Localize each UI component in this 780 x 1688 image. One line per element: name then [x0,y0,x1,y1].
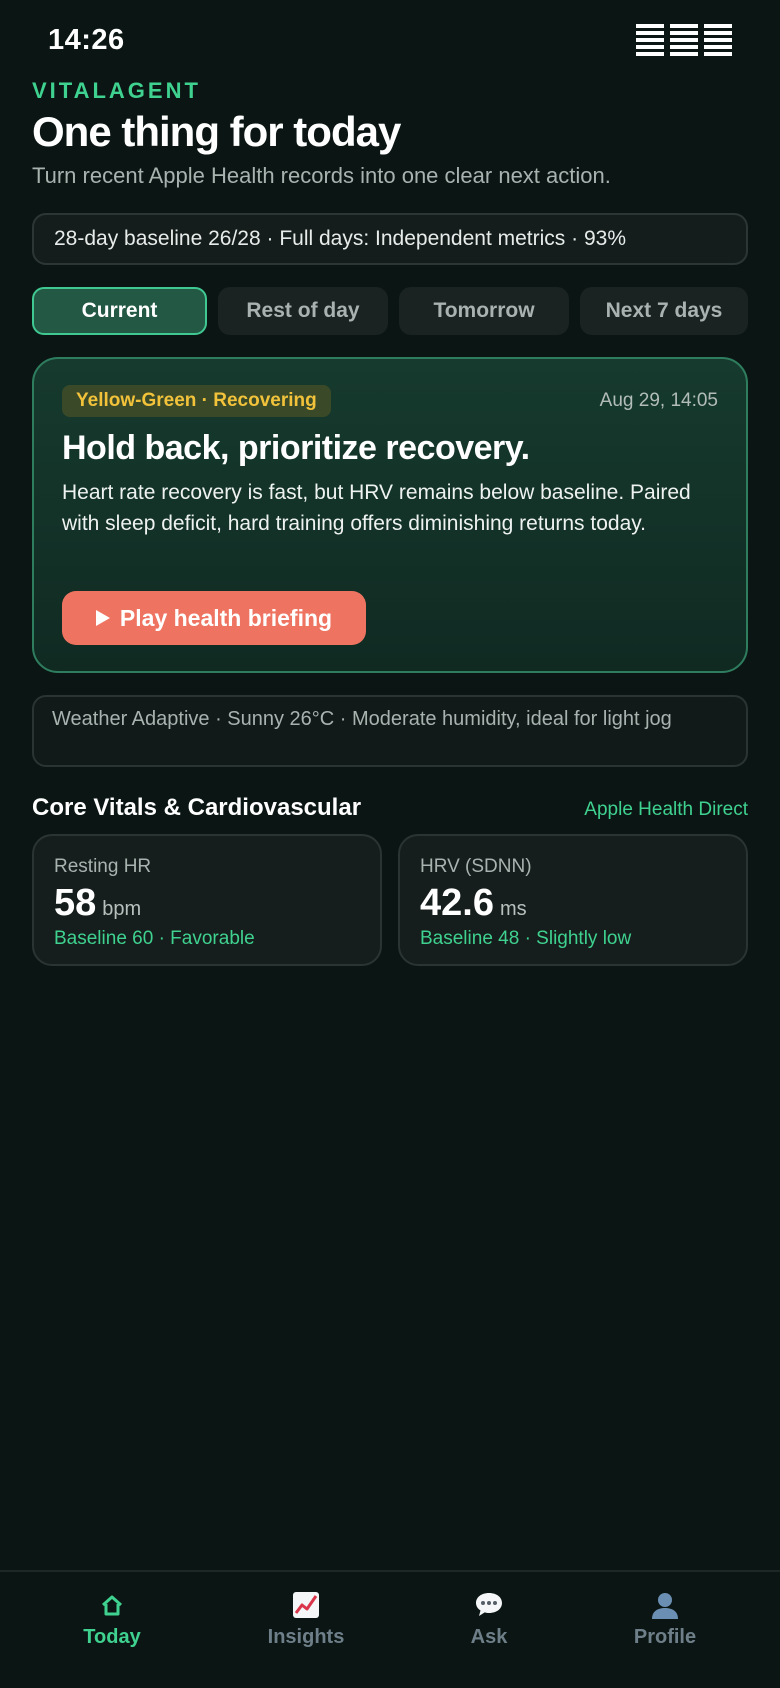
baseline-summary: 28-day baseline 26/28 · Full days: Indep… [32,213,748,265]
play-button-label: Play health briefing [119,604,333,631]
page-title: One thing for today [32,108,401,155]
metric-label: HRV (SDNN) [420,856,532,877]
recommendation-timestamp: Aug 29, 14:05 [599,390,718,411]
page-subtitle: Turn recent Apple Health records into on… [32,163,611,188]
chat-bubble-icon [476,1593,502,1616]
metric-card-hrv[interactable]: HRV (SDNN) 42.6 ms Baseline 48 · Slightl… [398,834,748,966]
status-time: 14:26 [48,24,125,56]
nav-label: Ask [470,1626,508,1648]
nav-item-insights[interactable]: Insights [231,1590,381,1670]
metric-value-row: 58 bpm [54,882,141,925]
tab-next-7-days[interactable]: Next 7 days [580,287,748,335]
play-health-briefing-button[interactable]: Play health briefing [62,591,366,645]
section-title: Core Vitals & Cardiovascular [32,794,362,821]
bottom-nav: Today Insights Ask Profile [0,1570,780,1688]
tab-tomorrow[interactable]: Tomorrow [399,287,569,335]
metric-value: 58 [54,882,97,924]
recovery-status-badge: Yellow-Green · Recovering [62,385,331,417]
metric-unit: bpm [102,898,142,920]
recommendation-body: Heart rate recovery is fast, but HRV rem… [62,481,691,535]
tab-rest-of-day[interactable]: Rest of day [218,287,388,335]
status-bar: 14:26 [0,0,780,86]
person-icon [652,1593,678,1619]
recommendation-card: Yellow-Green · Recovering Aug 29, 14:05 … [32,357,748,673]
nav-label: Insights [267,1626,345,1648]
recommendation-headline: Hold back, prioritize recovery. [62,429,530,467]
home-icon [102,1595,122,1616]
metric-unit: ms [499,898,527,920]
nav-item-today[interactable]: Today [37,1590,187,1670]
chart-icon [293,1592,319,1618]
nav-label: Today [83,1626,141,1648]
weather-note: Weather Adaptive · Sunny 26°C · Moderate… [32,695,748,767]
nav-label: Profile [633,1626,697,1648]
nav-item-ask[interactable]: Ask [414,1590,564,1670]
apple-health-direct-link[interactable]: Apple Health Direct [584,799,748,821]
wifi-icon [670,24,698,56]
metric-card-resting-hr[interactable]: Resting HR 58 bpm Baseline 60 · Favorabl… [32,834,382,966]
metric-baseline-note: Baseline 60 · Favorable [54,928,255,949]
status-icons [636,22,732,58]
play-icon [95,610,110,626]
time-range-tabs: Current Rest of day Tomorrow Next 7 days [32,287,748,335]
metric-value: 42.6 [420,882,494,924]
battery-icon [704,24,732,56]
metric-value-row: 42.6 ms [420,882,527,925]
nav-item-profile[interactable]: Profile [590,1590,740,1670]
brand-name: VITALAGENT [32,78,201,103]
metric-label: Resting HR [54,856,152,877]
today-screen: 14:26 VITALAGENT One thing for today Tur… [0,0,780,1688]
metric-baseline-note: Baseline 48 · Slightly low [420,928,632,949]
tab-current[interactable]: Current [32,287,207,335]
signal-icon [636,24,664,56]
